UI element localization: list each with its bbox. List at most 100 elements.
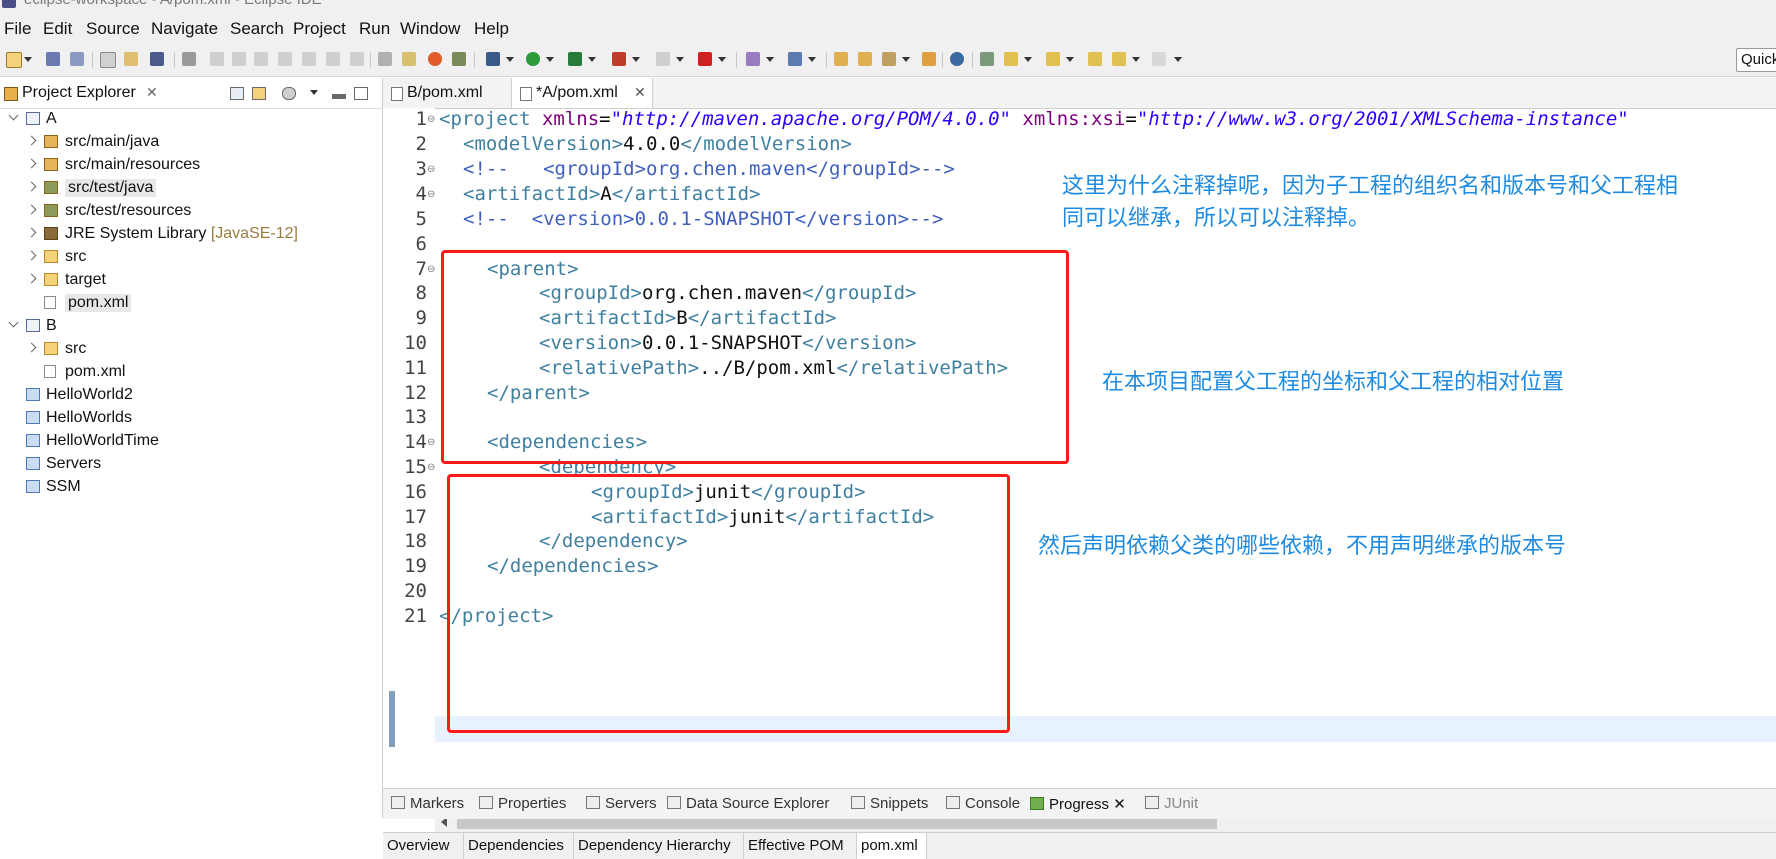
external-tools-icon[interactable] xyxy=(612,52,626,66)
menu-project[interactable]: Project xyxy=(293,19,346,39)
search-icon[interactable] xyxy=(922,52,936,66)
tree-item-project-a[interactable]: A xyxy=(0,108,382,131)
chevron-down-icon[interactable] xyxy=(8,110,19,121)
collapse-all-icon[interactable] xyxy=(230,87,244,100)
last-edit-icon[interactable] xyxy=(1088,52,1102,66)
tree-item-helloworlds[interactable]: HelloWorlds xyxy=(0,407,382,430)
view-markers[interactable]: Markers xyxy=(391,795,464,812)
tree-item-target[interactable]: target xyxy=(0,269,382,292)
previous-annotation-dropdown-icon[interactable] xyxy=(1066,57,1074,62)
tree-item-servers[interactable]: Servers xyxy=(0,453,382,476)
drop-to-frame-icon[interactable] xyxy=(378,52,392,66)
run-last-tool-icon[interactable] xyxy=(568,52,582,66)
tree-item-ssm[interactable]: SSM xyxy=(0,476,382,499)
next-annotation-dropdown-icon[interactable] xyxy=(1024,57,1032,62)
toggle-mark-icon[interactable] xyxy=(980,52,994,66)
tree-item-jre-library[interactable]: JRE System Library [JavaSE-12] xyxy=(0,223,382,246)
quick-access-input[interactable]: Quick xyxy=(1736,48,1776,72)
maximize-icon[interactable] xyxy=(354,87,368,100)
next-annotation-icon[interactable] xyxy=(1004,52,1018,66)
menu-navigate[interactable]: Navigate xyxy=(151,19,218,39)
save-all-icon[interactable] xyxy=(70,52,84,66)
view-menu-icon[interactable] xyxy=(310,90,318,95)
new-java-project-icon[interactable] xyxy=(746,52,760,66)
save-icon[interactable] xyxy=(46,52,60,66)
open-folder-icon[interactable] xyxy=(834,52,848,66)
view-data-source-explorer[interactable]: Data Source Explorer xyxy=(667,795,829,812)
previous-annotation-icon[interactable] xyxy=(1046,52,1060,66)
pin-icon[interactable] xyxy=(882,52,896,66)
tab-pom-xml[interactable]: pom.xml xyxy=(857,833,927,859)
stop-dropdown-icon[interactable] xyxy=(676,57,684,62)
menu-file[interactable]: File xyxy=(4,19,31,39)
debug-dropdown-icon[interactable] xyxy=(506,57,514,62)
tab-dependencies[interactable]: Dependencies xyxy=(464,833,574,859)
view-servers[interactable]: Servers xyxy=(586,795,657,812)
run-last-dropdown-icon[interactable] xyxy=(588,57,596,62)
coverage-dropdown-icon[interactable] xyxy=(718,57,726,62)
tab-dependency-hierarchy[interactable]: Dependency Hierarchy xyxy=(574,833,744,859)
open-task-icon[interactable] xyxy=(124,52,138,66)
use-step-filters-icon[interactable] xyxy=(402,52,416,66)
tree-item-src-main-java[interactable]: src/main/java xyxy=(0,131,382,154)
tree-item-pom-a[interactable]: pom.xml xyxy=(0,292,382,315)
new-icon[interactable] xyxy=(6,52,22,68)
menu-search[interactable]: Search xyxy=(230,19,284,39)
tab-overview[interactable]: Overview xyxy=(383,833,464,859)
close-icon[interactable]: ✕ xyxy=(1113,796,1126,813)
menu-help[interactable]: Help xyxy=(474,19,509,39)
run-icon[interactable] xyxy=(526,52,540,66)
project-explorer-tab[interactable]: Project Explorer ✕ xyxy=(0,78,170,108)
close-icon[interactable]: ✕ xyxy=(634,84,646,101)
chevron-right-icon[interactable] xyxy=(26,135,37,146)
resume-icon[interactable] xyxy=(210,52,224,66)
chevron-right-icon[interactable] xyxy=(26,181,37,192)
tree-item-src-test-resources[interactable]: src/test/resources xyxy=(0,200,382,223)
new-dropdown-icon[interactable] xyxy=(24,57,32,62)
step-into-icon[interactable] xyxy=(302,52,316,66)
tree-item-pom-b[interactable]: pom.xml xyxy=(0,361,382,384)
tree-item-helloworld2[interactable]: HelloWorld2 xyxy=(0,384,382,407)
terminate-icon[interactable] xyxy=(254,52,268,66)
debug-icon[interactable] xyxy=(486,52,500,66)
menu-window[interactable]: Window xyxy=(400,19,460,39)
step-over-icon[interactable] xyxy=(326,52,340,66)
run-dropdown-icon[interactable] xyxy=(546,57,554,62)
tab-effective-pom[interactable]: Effective POM xyxy=(744,833,857,859)
tree-item-src-test-java[interactable]: src/test/java xyxy=(0,177,382,200)
menu-source[interactable]: Source xyxy=(86,19,140,39)
menu-edit[interactable]: Edit xyxy=(43,19,72,39)
tree-item-src-main-resources[interactable]: src/main/resources xyxy=(0,154,382,177)
chevron-right-icon[interactable] xyxy=(26,342,37,353)
skip-breakpoints-icon[interactable] xyxy=(182,52,196,66)
minimize-icon[interactable] xyxy=(332,94,346,99)
new-class-icon[interactable] xyxy=(788,52,802,66)
forward-dropdown-icon[interactable] xyxy=(1174,57,1182,62)
chevron-down-icon[interactable] xyxy=(8,317,19,328)
back-icon[interactable] xyxy=(1112,52,1126,66)
menu-run[interactable]: Run xyxy=(359,19,390,39)
tree-item-helloworldtime[interactable]: HelloWorldTime xyxy=(0,430,382,453)
filter-icon[interactable] xyxy=(282,87,296,100)
close-icon[interactable]: ✕ xyxy=(146,84,158,101)
chevron-right-icon[interactable] xyxy=(26,250,37,261)
external-tools-dropdown-icon[interactable] xyxy=(632,57,640,62)
step-return-icon[interactable] xyxy=(350,52,364,66)
stop-icon[interactable] xyxy=(656,52,670,66)
terminal-icon[interactable] xyxy=(150,52,164,66)
open-type-icon[interactable] xyxy=(100,52,116,68)
coverage-icon[interactable] xyxy=(698,52,712,66)
tab-a-pom[interactable]: *A/pom.xml ✕ xyxy=(511,78,653,108)
tree-item-project-b[interactable]: B xyxy=(0,315,382,338)
link-with-editor-icon[interactable] xyxy=(252,87,266,100)
disconnect-icon[interactable] xyxy=(278,52,292,66)
chevron-right-icon[interactable] xyxy=(26,273,37,284)
new-java-dropdown-icon[interactable] xyxy=(766,57,774,62)
view-progress[interactable]: Progress ✕ xyxy=(1030,795,1126,813)
refresh-icon[interactable] xyxy=(428,52,442,66)
chevron-right-icon[interactable] xyxy=(26,204,37,215)
view-console[interactable]: Console xyxy=(946,795,1020,812)
open-project-icon[interactable] xyxy=(858,52,872,66)
forward-icon[interactable] xyxy=(1152,52,1166,66)
tree-item-b-src[interactable]: src xyxy=(0,338,382,361)
